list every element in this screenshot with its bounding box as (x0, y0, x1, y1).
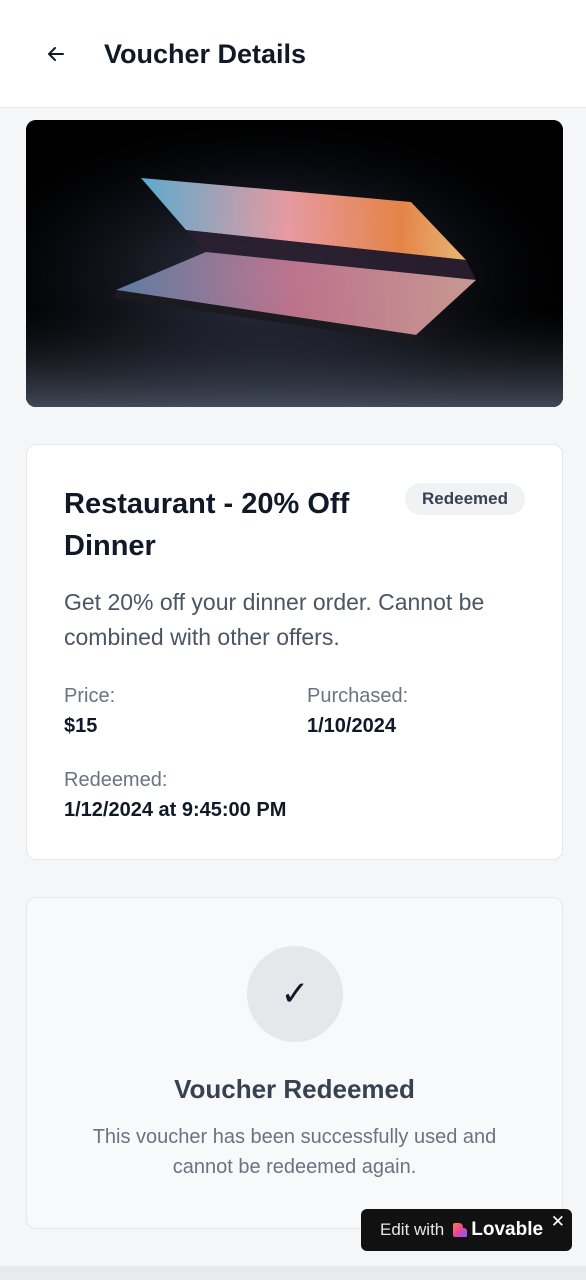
redeemed-status-card: ✓ Voucher Redeemed This voucher has been… (26, 897, 563, 1229)
price-label: Price: (64, 685, 116, 707)
purchased-value: 1/10/2024 (307, 715, 396, 737)
bottom-bar (0, 1266, 586, 1280)
purchased-label: Purchased: (307, 685, 409, 707)
laptop-image (26, 120, 563, 407)
status-text: This voucher has been successfully used … (92, 1126, 497, 1178)
edit-with-label: Edit with (380, 1220, 445, 1239)
voucher-title: Restaurant - 20% Off Dinner (64, 488, 350, 562)
voucher-description: Get 20% off your dinner order. Cannot be… (64, 589, 485, 650)
redeemed-value: 1/12/2024 at 9:45:00 PM (64, 799, 287, 821)
page-title: Voucher Details (104, 39, 307, 69)
arrow-left-icon (48, 47, 64, 61)
status-badge: Redeemed (405, 483, 525, 515)
checkmark-icon: ✓ (280, 975, 310, 1013)
redeemed-label: Redeemed: (64, 769, 168, 791)
close-icon[interactable]: ✕ (551, 1212, 565, 1232)
back-button[interactable] (36, 34, 76, 74)
status-title: Voucher Redeemed (174, 1074, 415, 1104)
app-header: Voucher Details (0, 0, 586, 108)
lovable-heart-icon (453, 1223, 468, 1237)
lovable-brand: Lovable (471, 1219, 544, 1240)
price-value: $15 (64, 715, 98, 737)
check-circle: ✓ (247, 946, 343, 1042)
edit-with-lovable-button[interactable]: Edit with Lovable ✕ (361, 1209, 572, 1251)
voucher-info-card: Restaurant - 20% Off Dinner Redeemed Get… (26, 444, 563, 860)
voucher-image (26, 120, 563, 407)
